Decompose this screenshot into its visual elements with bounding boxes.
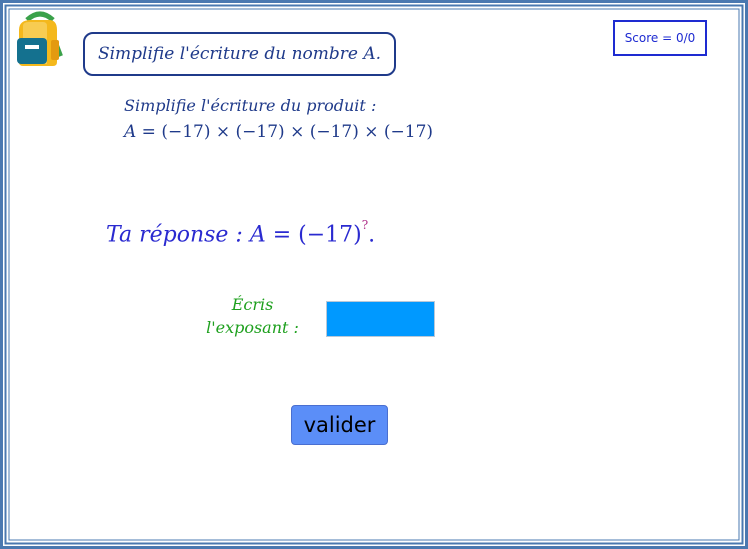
exponent-label-line1: Écris <box>231 295 274 314</box>
frame-border <box>0 0 748 549</box>
product-expression: A = (−17) × (−17) × (−17) × (−17) <box>124 122 433 142</box>
validate-button[interactable]: valider <box>291 405 388 445</box>
score-display: Score = 0/0 <box>613 20 707 56</box>
answer-label: Ta réponse : <box>106 222 250 248</box>
instruction-text: Simplifie l'écriture du produit : <box>124 96 377 115</box>
answer-equals: = <box>265 222 299 248</box>
exponent-input[interactable] <box>326 301 435 337</box>
exercise-title: Simplifie l'écriture du nombre A. <box>83 32 396 76</box>
backpack-icon <box>13 10 67 68</box>
exponent-label: Écris l'exposant : <box>195 293 310 339</box>
expression-variable: A <box>124 122 137 142</box>
app-frame <box>0 0 748 549</box>
answer-exponent-placeholder: ? <box>361 218 369 232</box>
answer-base: (−17) <box>298 222 362 248</box>
answer-line: Ta réponse : A = (−17)?. <box>106 218 376 248</box>
answer-variable: A <box>249 222 266 248</box>
expression-equals: = <box>136 122 162 142</box>
expression-body: (−17) × (−17) × (−17) × (−17) <box>161 122 434 142</box>
exponent-label-line2: l'exposant : <box>206 318 299 337</box>
answer-end: . <box>368 222 376 248</box>
